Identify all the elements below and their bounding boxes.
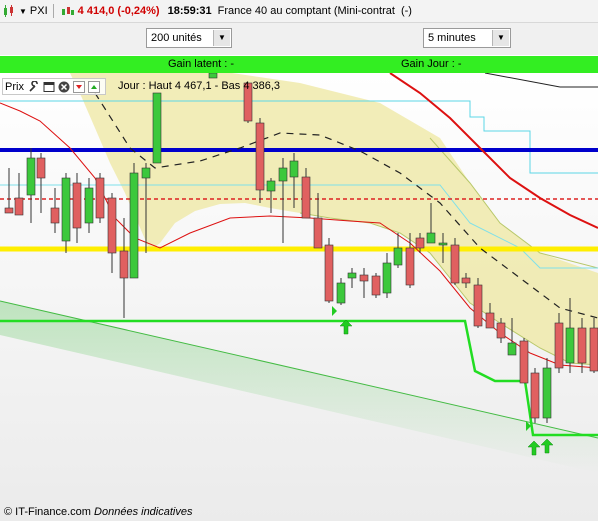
candle-up <box>542 367 552 419</box>
candle-up <box>278 167 288 182</box>
candle-down <box>554 322 564 369</box>
move-down-icon[interactable] <box>72 80 85 93</box>
candle-down <box>313 217 323 249</box>
instrument-name: France 40 au comptant (Mini-contrat <box>217 5 395 17</box>
candle-down <box>4 207 14 214</box>
candle-up <box>208 73 218 79</box>
close-icon[interactable] <box>58 81 70 93</box>
candle-down <box>255 122 265 191</box>
candle-down <box>415 237 425 249</box>
last-time: 18:59:31 <box>167 5 212 17</box>
candle-up <box>565 327 575 364</box>
wrench-icon[interactable] <box>28 80 40 93</box>
candle-down <box>461 277 471 284</box>
chevron-down-icon[interactable]: ▼ <box>492 30 509 46</box>
candle-down <box>119 250 129 279</box>
gain-latent: Gain latent : - <box>168 58 235 70</box>
candle-up <box>347 272 357 279</box>
candle-down <box>36 157 46 179</box>
copyright: © IT-Finance.com <box>4 506 91 518</box>
disclaimer: Données indicatives <box>94 506 193 518</box>
candle-up <box>26 157 36 196</box>
candle-down <box>371 275 381 296</box>
candle-down <box>14 197 24 216</box>
candle-up <box>129 172 139 279</box>
mini-chart-icon <box>61 7 74 15</box>
move-up-icon[interactable] <box>87 80 100 93</box>
candle-up <box>289 160 299 178</box>
candle-down <box>301 176 311 219</box>
candlestick-icon[interactable] <box>2 4 16 18</box>
candle-down <box>405 247 415 286</box>
candle-up <box>507 342 517 356</box>
candle-up <box>336 282 346 304</box>
price-chart[interactable] <box>0 73 598 521</box>
chart-tools: Prix <box>2 78 106 95</box>
quantity-select[interactable]: 200 unités ▼ <box>146 28 232 48</box>
period-select[interactable]: 5 minutes ▼ <box>423 28 511 48</box>
toolbar: 200 unités ▼ 5 minutes ▼ <box>0 23 598 55</box>
candle-up <box>152 92 162 164</box>
chevron-down-icon[interactable]: ▼ <box>213 30 230 46</box>
candle-down <box>485 312 495 329</box>
separator <box>52 4 54 18</box>
candle-down <box>95 177 105 219</box>
candle-down <box>473 284 483 327</box>
candle-up <box>266 180 276 192</box>
period-value: 5 minutes <box>428 32 476 44</box>
price-label[interactable]: Prix <box>5 81 24 93</box>
candle-up <box>61 177 71 242</box>
candle-down <box>107 197 117 254</box>
candle-up <box>438 242 448 246</box>
candle-down <box>450 244 460 284</box>
instrument-suffix: (-) <box>400 5 412 17</box>
candle-up <box>382 262 392 294</box>
gain-jour: Gain Jour : - <box>401 58 462 70</box>
quantity-value: 200 unités <box>151 32 202 44</box>
candle-down <box>50 207 60 224</box>
symbol-dropdown-icon[interactable]: ▼ <box>19 7 27 16</box>
price-change: 4 414,0 (-0,24%) <box>77 5 160 17</box>
candle-down <box>496 322 506 339</box>
candle-down <box>530 372 540 419</box>
day-high-low: Jour : Haut 4 467,1 - Bas 4 386,3 <box>118 80 281 92</box>
candle-up <box>141 167 151 179</box>
candle-down <box>72 182 82 229</box>
title-bar: ▼ PXI 4 414,0 (-0,24%) 18:59:31 France 4… <box>0 0 598 23</box>
symbol-label[interactable]: PXI <box>30 5 48 17</box>
candle-down <box>359 274 369 282</box>
candle-down <box>324 244 334 302</box>
candle-down <box>589 327 598 372</box>
candle-down <box>519 340 529 384</box>
gain-bar: Gain latent : - Gain Jour : - <box>0 56 598 73</box>
candle-up <box>426 232 436 244</box>
candle-up <box>393 247 403 266</box>
window-icon[interactable] <box>43 81 55 93</box>
footer: © IT-Finance.com Données indicatives <box>4 506 192 518</box>
candle-up <box>84 187 94 224</box>
candle-down <box>577 327 587 364</box>
